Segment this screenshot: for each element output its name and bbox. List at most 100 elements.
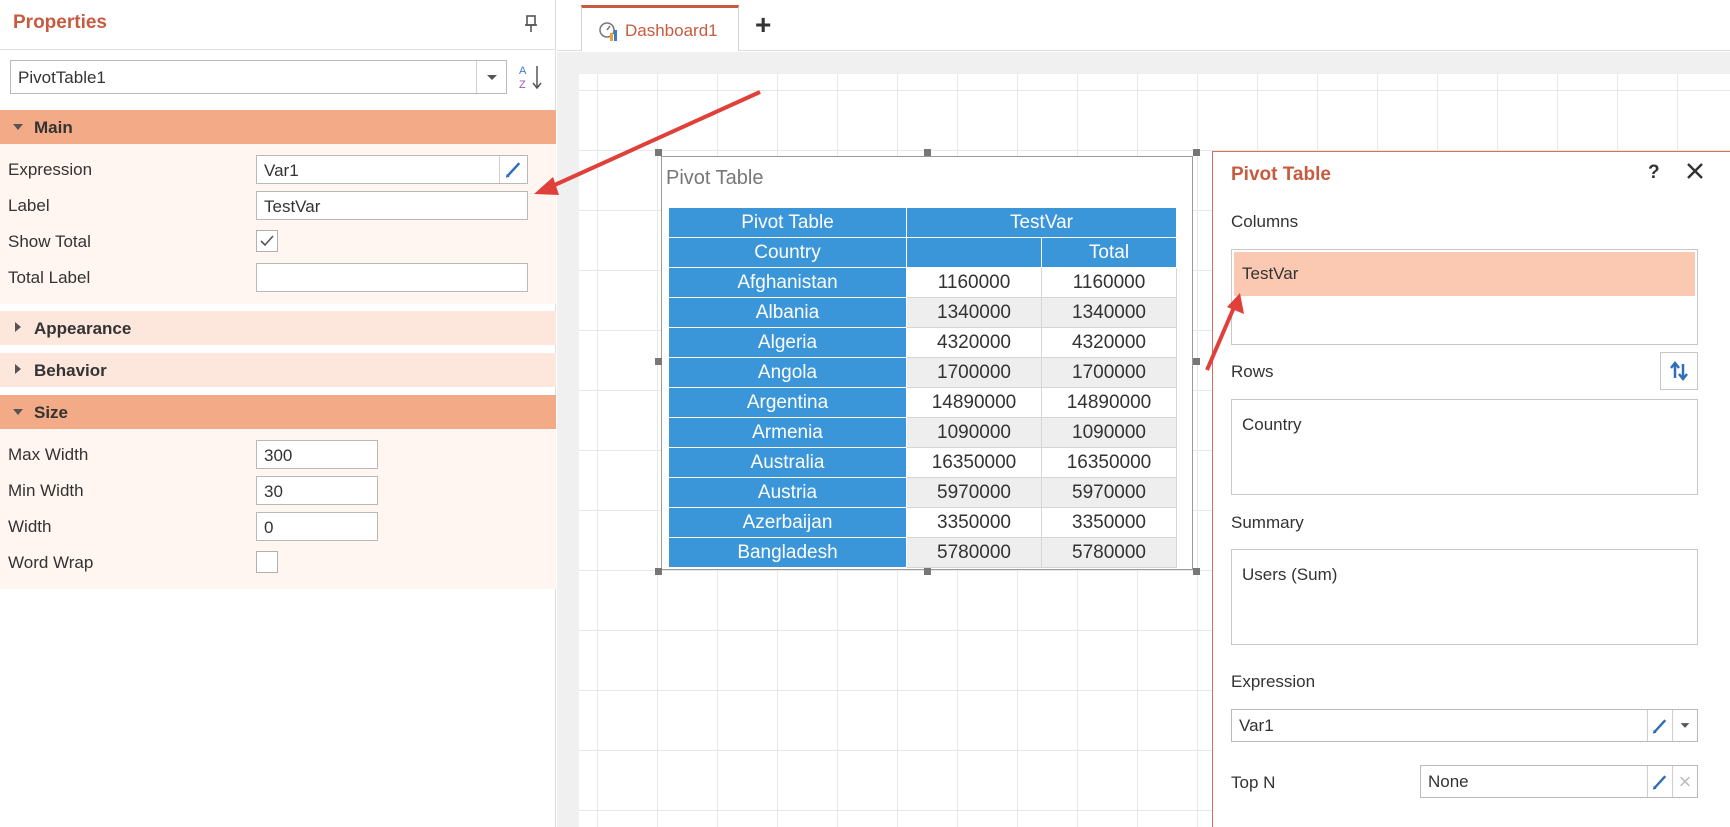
section-size-label: Size [34, 403, 69, 422]
table-row: Albania 1340000 1340000 [668, 297, 1177, 328]
sort-az-icon[interactable]: A Z [517, 62, 547, 92]
total-cell: 1090000 [1041, 417, 1177, 448]
swap-rows-columns-button[interactable] [1660, 352, 1698, 390]
row-header-cell: Angola [668, 357, 907, 388]
row-header-cell: Algeria [668, 327, 907, 358]
pivot-expression-value: Var1 [1239, 716, 1274, 735]
tab-bar: Dashboard1 + [557, 0, 1730, 51]
total-cell: 16350000 [1041, 447, 1177, 478]
pencil-icon[interactable] [1647, 766, 1672, 797]
resize-handle[interactable] [655, 568, 662, 575]
table-row: Algeria 4320000 4320000 [668, 327, 1177, 358]
table-row: Afghanistan 1160000 1160000 [668, 267, 1177, 298]
column-subheader [906, 237, 1042, 268]
section-main-label: Main [34, 118, 73, 137]
resize-handle[interactable] [924, 149, 931, 156]
total-cell: 5970000 [1041, 477, 1177, 508]
plus-icon[interactable]: + [755, 11, 771, 39]
section-appearance[interactable]: Appearance [0, 311, 556, 345]
word-wrap-checkbox[interactable] [256, 551, 278, 573]
pencil-icon[interactable] [1647, 710, 1672, 741]
max-width-field[interactable]: 300 [256, 440, 378, 469]
row-header-cell: Australia [668, 447, 907, 478]
max-width-value: 300 [264, 446, 293, 465]
swap-icon [1670, 360, 1688, 382]
min-width-field[interactable]: 30 [256, 476, 378, 505]
label-field[interactable]: TestVar [256, 191, 528, 220]
column-item-testvar[interactable]: TestVar [1234, 252, 1695, 296]
expression-label: Expression [8, 160, 93, 179]
total-cell: 1160000 [1041, 267, 1177, 298]
tab-dashboard1[interactable]: Dashboard1 [581, 5, 739, 51]
summary-dropzone[interactable]: Users (Sum) [1231, 549, 1698, 645]
label-field-value: TestVar [264, 197, 321, 216]
total-label-field[interactable] [256, 263, 528, 292]
min-width-label: Min Width [8, 481, 84, 500]
tab-dashboard1-label: Dashboard1 [625, 21, 718, 40]
resize-handle[interactable] [924, 568, 931, 575]
show-total-checkbox[interactable] [256, 230, 278, 252]
pin-icon[interactable] [522, 14, 540, 34]
pencil-icon[interactable] [499, 156, 527, 183]
max-width-label: Max Width [8, 445, 89, 464]
row-header-cell: Bangladesh [668, 537, 907, 568]
clear-icon[interactable] [1672, 766, 1697, 797]
widget-title: Pivot Table [666, 167, 764, 189]
topn-field[interactable]: None [1420, 765, 1698, 798]
component-selector[interactable]: PivotTable1 [10, 60, 507, 94]
expression-field[interactable]: Var1 [256, 155, 528, 184]
summary-item-users[interactable]: Users (Sum) [1242, 565, 1337, 585]
pivot-panel-title: Pivot Table [1231, 164, 1331, 185]
table-row: Armenia 1090000 1090000 [668, 417, 1177, 448]
row-header-cell: Afghanistan [668, 267, 907, 298]
table-row: Azerbaijan 3350000 3350000 [668, 507, 1177, 538]
min-width-value: 30 [264, 482, 283, 501]
collapse-icon [13, 409, 23, 415]
section-behavior[interactable]: Behavior [0, 353, 556, 387]
topn-label: Top N [1231, 773, 1276, 792]
resize-handle[interactable] [655, 149, 662, 156]
columns-dropzone[interactable]: TestVar [1231, 249, 1698, 345]
total-cell: 4320000 [1041, 327, 1177, 358]
row-header-cell: Austria [668, 477, 907, 508]
checkmark-icon [260, 235, 274, 247]
total-cell: 14890000 [1041, 387, 1177, 418]
topn-value: None [1428, 772, 1469, 791]
table-row: Angola 1700000 1700000 [668, 357, 1177, 388]
value-cell: 3350000 [906, 507, 1042, 538]
value-cell: 1090000 [906, 417, 1042, 448]
collapse-icon [13, 124, 23, 130]
properties-title: Properties [13, 12, 107, 33]
pivot-expression-field[interactable]: Var1 [1231, 709, 1698, 742]
chevron-down-icon[interactable] [476, 61, 506, 93]
rows-dropzone[interactable]: Country [1231, 399, 1698, 495]
resize-handle[interactable] [1193, 358, 1200, 365]
section-main[interactable]: Main [0, 110, 556, 144]
label-label: Label [8, 196, 50, 215]
value-cell: 16350000 [906, 447, 1042, 478]
corner-header: Pivot Table [668, 207, 907, 238]
section-appearance-label: Appearance [34, 319, 132, 338]
chevron-down-icon[interactable] [1672, 710, 1697, 741]
resize-handle[interactable] [1193, 149, 1200, 156]
pivot-table: Pivot Table TestVar Country Total Afghan… [668, 207, 1177, 568]
close-icon[interactable] [1683, 159, 1707, 183]
pivot-table-widget[interactable]: Pivot Table Pivot Table TestVar Country … [661, 156, 1193, 570]
section-size[interactable]: Size [0, 395, 556, 429]
row-field-header: Country [668, 237, 907, 268]
rows-label: Rows [1231, 362, 1274, 381]
width-label: Width [8, 517, 52, 536]
help-icon[interactable]: ? [1648, 162, 1660, 184]
table-row: Bangladesh 5780000 5780000 [668, 537, 1177, 568]
column-header-testvar: TestVar [906, 207, 1177, 238]
table-row: Austria 5970000 5970000 [668, 477, 1177, 508]
expand-icon [15, 322, 21, 332]
resize-handle[interactable] [1193, 568, 1200, 575]
total-header: Total [1041, 237, 1177, 268]
row-item-country[interactable]: Country [1242, 415, 1302, 435]
dashboard-icon [599, 22, 617, 41]
resize-handle[interactable] [655, 358, 662, 365]
svg-text:A: A [519, 65, 527, 77]
section-behavior-label: Behavior [34, 361, 107, 380]
width-field[interactable]: 0 [256, 512, 378, 541]
